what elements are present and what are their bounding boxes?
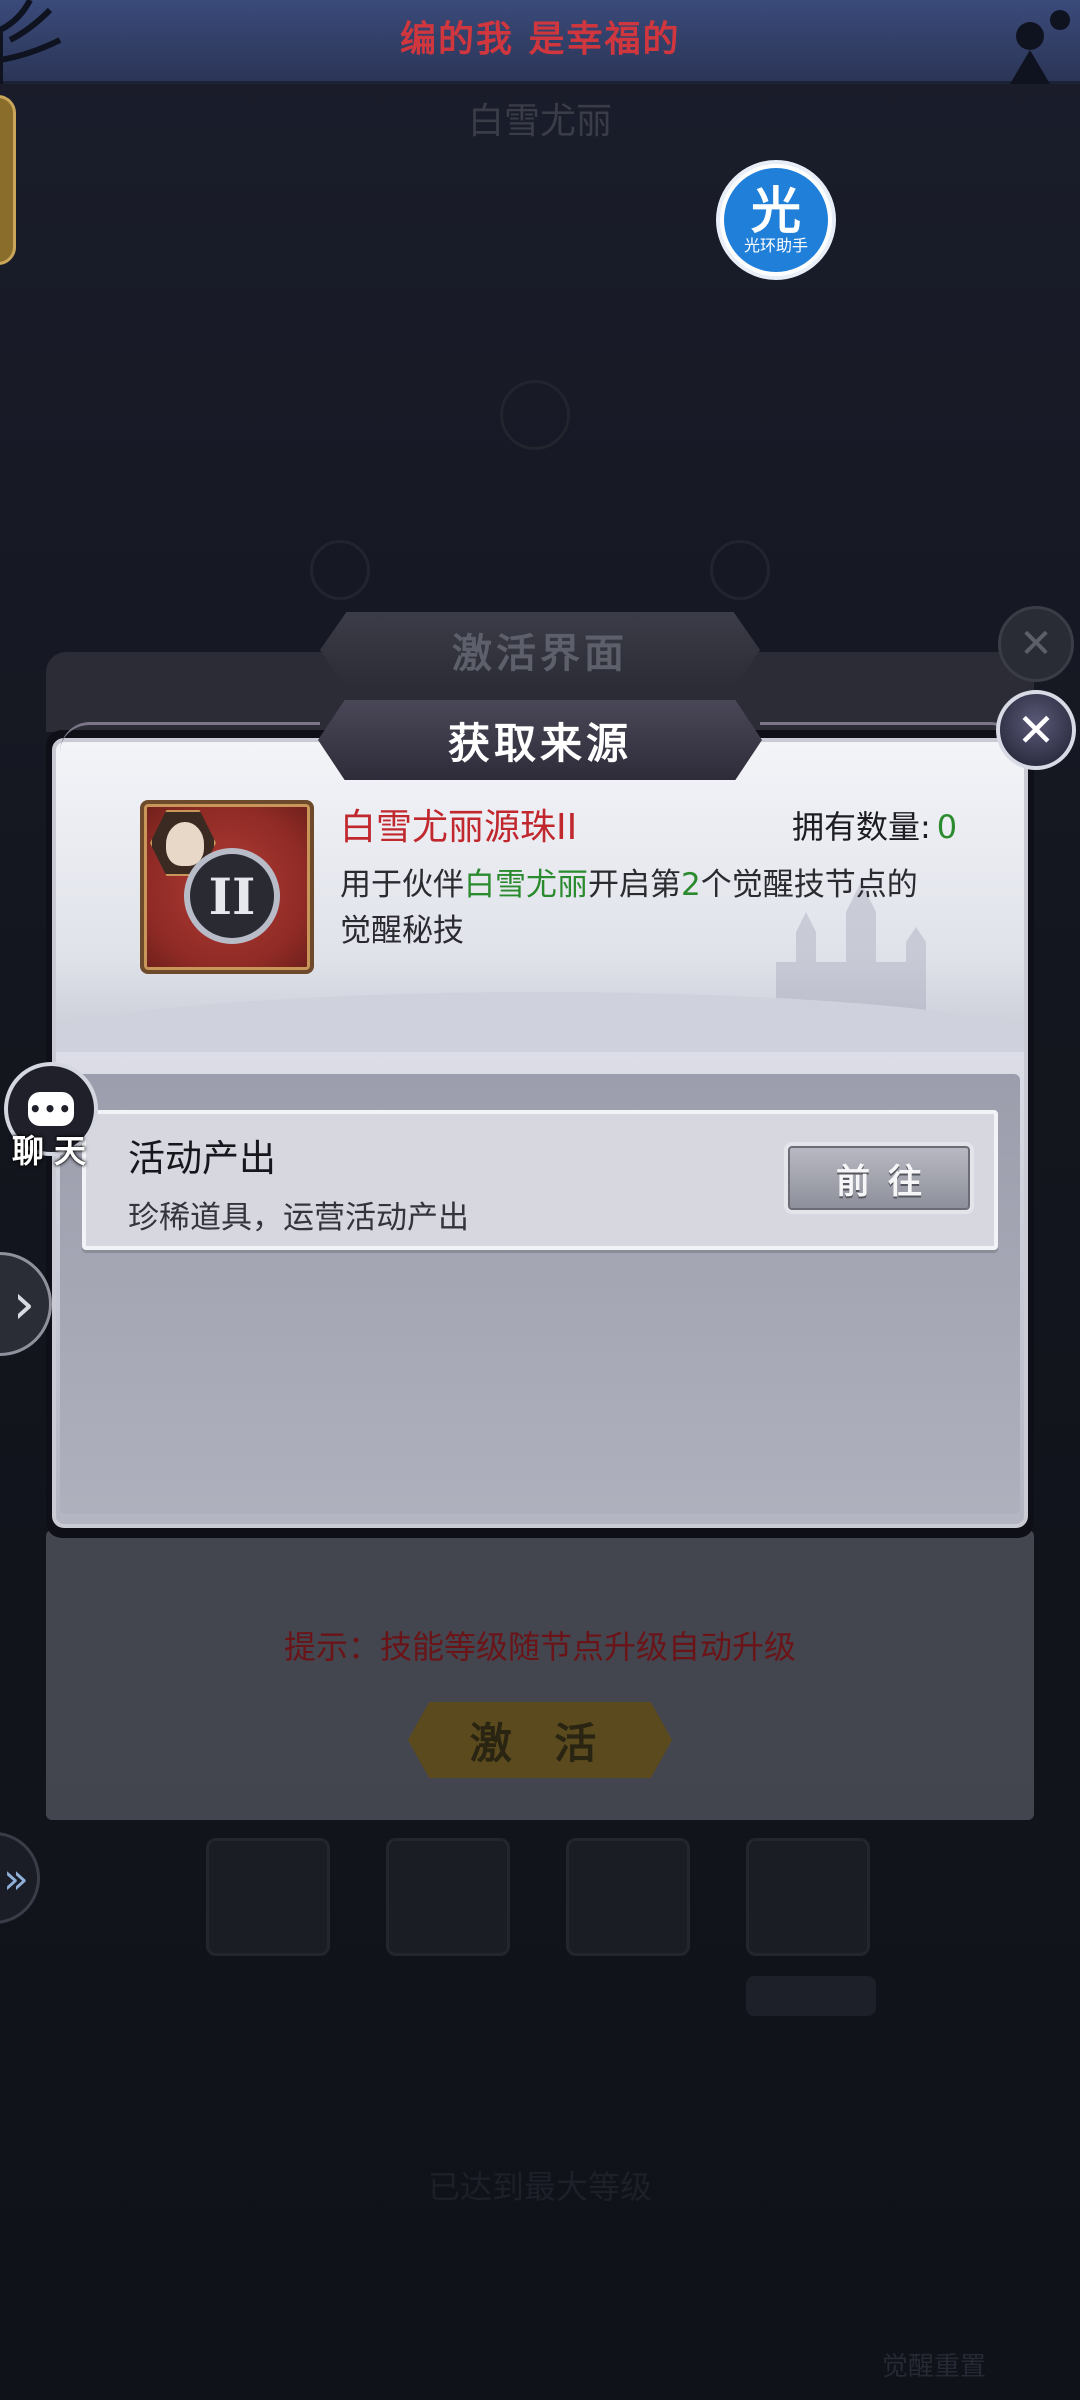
go-button[interactable]: 前往 (784, 1142, 974, 1214)
awaken-orb-emblem-icon: II (184, 848, 280, 944)
skill-slot[interactable] (206, 1838, 330, 1956)
skill-level-hint: 提示：技能等级随节点升级自动升级 (283, 1628, 796, 1666)
owned-quantity: 拥有数量: 0 (792, 802, 957, 848)
parent-close-icon[interactable]: ✕ (998, 606, 1074, 682)
owned-label: 拥有数量: (792, 808, 931, 846)
emblem-numeral: II (208, 866, 256, 926)
source-dialog-title-text: 获取来源 (447, 718, 632, 768)
item-icon: II (140, 800, 314, 974)
activate-button[interactable]: 激 活 (408, 1702, 672, 1778)
source-dialog-title: 获取来源 (318, 700, 762, 780)
title-ornament-right (760, 722, 1020, 752)
title-ornament-left (60, 722, 320, 752)
close-icon: ✕ (1016, 703, 1056, 757)
skill-node-decoration (710, 540, 770, 600)
source-title: 活动产出 (128, 1137, 276, 1180)
tree-silhouette-icon (0, 0, 62, 84)
scrolling-notice: 编的我 是幸福的 (400, 19, 681, 60)
skill-slot[interactable] (566, 1838, 690, 1956)
skill-node-decoration (500, 380, 570, 450)
parent-dialog-title: 激活界面 (320, 612, 760, 688)
awaken-reset-button[interactable]: 觉醒重置 (882, 2346, 986, 2383)
top-banner: 编的我 是幸福的 (0, 0, 1080, 84)
skill-status-tag (746, 1976, 876, 2016)
desc-text: 开启第 (588, 867, 681, 903)
assistant-logo-icon: 光 (751, 182, 801, 240)
assistant-floating-button[interactable]: 光 光环助手 (716, 160, 836, 280)
assistant-caption: 光环助手 (743, 236, 808, 255)
item-description: 用于伙伴白雪尤丽开启第2个觉醒技节点的觉醒秘技 (340, 862, 930, 954)
skill-slot[interactable] (386, 1838, 510, 1956)
skill-slot[interactable] (746, 1838, 870, 1956)
desc-text: 用于伙伴 (340, 867, 464, 903)
cat-silhouette-icon (1010, 10, 1070, 84)
chat-label[interactable]: 聊天 (12, 1126, 96, 1172)
close-button[interactable]: ✕ (996, 690, 1076, 770)
item-name: 白雪尤丽源珠II (340, 807, 578, 848)
source-description: 珍稀道具，运营活动产出 (128, 1200, 469, 1236)
max-level-text: 已达到最大等级 (427, 2168, 652, 2206)
desc-node-number: 2 (681, 867, 701, 903)
skill-node-decoration (310, 540, 370, 600)
desc-character-highlight: 白雪尤丽 (464, 867, 588, 903)
chat-bubble-icon: ••• (28, 1092, 74, 1126)
owned-count: 0 (936, 808, 958, 846)
go-button-label: 前往 (836, 1161, 940, 1202)
character-name: 白雪尤丽 (467, 101, 612, 142)
